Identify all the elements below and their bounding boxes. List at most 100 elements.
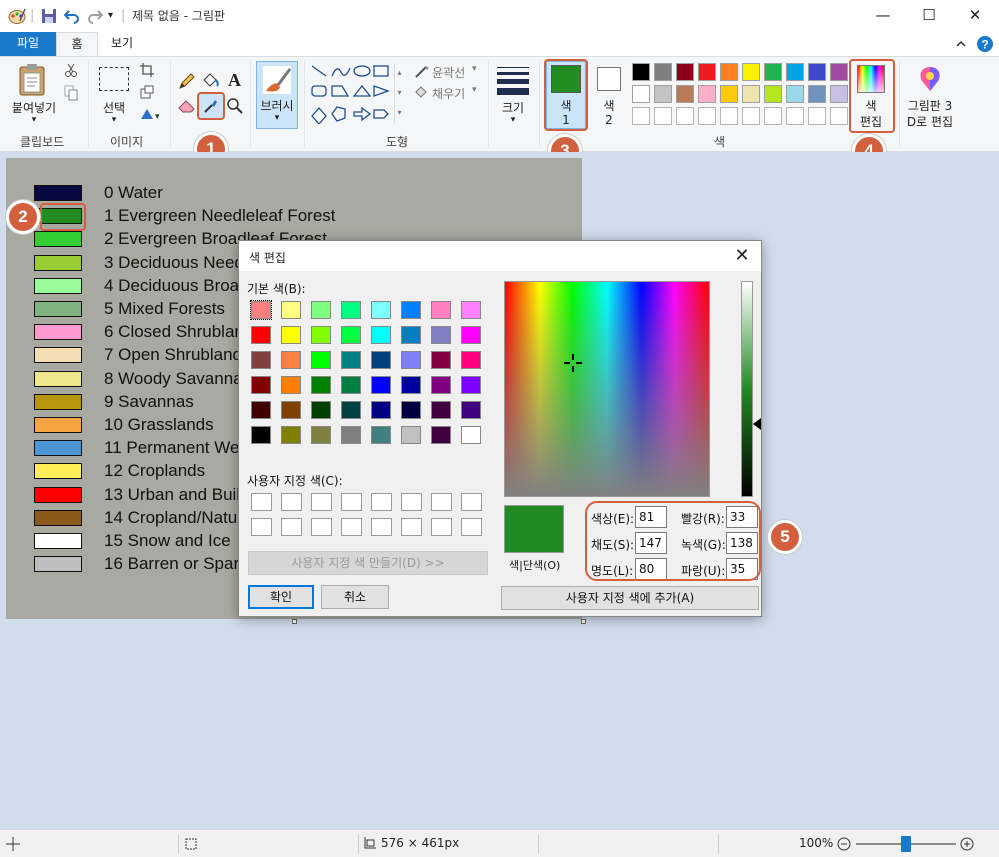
basic-color-swatch[interactable]	[251, 401, 271, 419]
fill-bucket-icon[interactable]	[201, 71, 221, 89]
basic-color-swatch[interactable]	[461, 301, 481, 319]
fill-icon[interactable]	[414, 85, 430, 99]
custom-color-swatch[interactable]	[251, 518, 272, 536]
palette-swatch[interactable]	[632, 63, 650, 81]
color-spectrum[interactable]	[504, 281, 710, 497]
palette-swatch[interactable]	[720, 63, 738, 81]
palette-swatch[interactable]	[742, 85, 760, 103]
palette-swatch[interactable]	[698, 63, 716, 81]
basic-color-swatch[interactable]	[461, 401, 481, 419]
basic-color-swatch[interactable]	[371, 401, 391, 419]
custom-color-swatch[interactable]	[311, 493, 332, 511]
custom-color-swatch[interactable]	[371, 518, 392, 536]
basic-color-swatch[interactable]	[431, 376, 451, 394]
collapse-ribbon-icon[interactable]	[955, 38, 967, 50]
palette-swatch[interactable]	[676, 63, 694, 81]
fill-label[interactable]: 채우기	[432, 85, 465, 102]
basic-color-swatch[interactable]	[431, 326, 451, 344]
rotate-icon[interactable]: ▾	[140, 107, 162, 121]
palette-empty-swatch[interactable]	[632, 107, 650, 125]
dialog-close-icon[interactable]: ✕	[727, 243, 757, 269]
palette-swatch[interactable]	[654, 63, 672, 81]
crop-icon[interactable]	[140, 63, 154, 77]
size-icon[interactable]	[497, 67, 529, 95]
basic-color-swatch[interactable]	[371, 301, 391, 319]
undo-icon[interactable]	[64, 7, 80, 25]
tab-file[interactable]: 파일	[0, 32, 56, 56]
zoom-out-icon[interactable]	[837, 837, 851, 851]
basic-color-swatch[interactable]	[461, 376, 481, 394]
basic-color-swatch[interactable]	[281, 301, 301, 319]
magnifier-icon[interactable]	[226, 97, 244, 115]
palette-empty-swatch[interactable]	[830, 107, 848, 125]
color2-label[interactable]: 색	[591, 97, 627, 114]
palette-swatch[interactable]	[632, 85, 650, 103]
size-dropdown-icon[interactable]: ▾	[494, 115, 532, 125]
basic-color-swatch[interactable]	[251, 326, 271, 344]
custom-color-swatch[interactable]	[371, 493, 392, 511]
select-icon[interactable]	[99, 67, 129, 91]
canvas-resize-handle[interactable]	[292, 619, 297, 624]
paint3d-label[interactable]: 그림판 3	[902, 97, 958, 114]
basic-color-swatch[interactable]	[371, 426, 391, 444]
shapes-gallery[interactable]	[310, 64, 406, 124]
basic-color-swatch[interactable]	[341, 376, 361, 394]
add-to-custom-colors-button[interactable]: 사용자 지정 색에 추가(A)	[501, 586, 759, 610]
basic-color-swatch[interactable]	[311, 301, 331, 319]
basic-color-swatch[interactable]	[461, 326, 481, 344]
custom-color-swatch[interactable]	[461, 493, 482, 511]
fill-dropdown-icon[interactable]: ▾	[472, 85, 477, 95]
basic-color-swatch[interactable]	[251, 376, 271, 394]
custom-color-swatch[interactable]	[461, 518, 482, 536]
eraser-icon[interactable]	[178, 97, 198, 113]
palette-empty-swatch[interactable]	[742, 107, 760, 125]
paint3d-icon[interactable]	[916, 65, 944, 93]
basic-color-swatch[interactable]	[341, 326, 361, 344]
luminance-slider[interactable]	[741, 281, 753, 497]
copy-icon[interactable]	[64, 85, 78, 101]
basic-color-swatch[interactable]	[281, 376, 301, 394]
basic-color-swatch[interactable]	[371, 376, 391, 394]
palette-swatch[interactable]	[808, 63, 826, 81]
basic-color-swatch[interactable]	[341, 426, 361, 444]
basic-color-swatch[interactable]	[431, 301, 451, 319]
palette-swatch[interactable]	[786, 85, 804, 103]
text-tool-icon[interactable]: A	[226, 69, 244, 89]
basic-color-swatch[interactable]	[311, 326, 331, 344]
zoom-slider-thumb[interactable]	[901, 836, 911, 852]
custom-color-swatch[interactable]	[341, 518, 362, 536]
palette-swatch[interactable]	[720, 85, 738, 103]
basic-color-swatch[interactable]	[431, 351, 451, 369]
customize-quickaccess-icon[interactable]: ▾	[108, 7, 113, 25]
palette-empty-swatch[interactable]	[676, 107, 694, 125]
palette-empty-swatch[interactable]	[698, 107, 716, 125]
basic-color-swatch[interactable]	[431, 426, 451, 444]
select-dropdown-icon[interactable]: ▾	[94, 115, 134, 125]
basic-color-swatch[interactable]	[281, 351, 301, 369]
paste-button[interactable]: 붙여넣기	[8, 99, 60, 116]
custom-color-swatch[interactable]	[401, 518, 422, 536]
paste-icon[interactable]	[18, 63, 48, 97]
shapes-scroll[interactable]: ▴ ▾ ▾	[394, 63, 404, 123]
palette-swatch[interactable]	[654, 85, 672, 103]
maximize-button[interactable]: ☐	[906, 0, 952, 32]
basic-color-swatch[interactable]	[401, 376, 421, 394]
outline-label[interactable]: 윤곽선	[432, 64, 465, 81]
custom-color-swatch[interactable]	[341, 493, 362, 511]
basic-color-swatch[interactable]	[401, 351, 421, 369]
basic-color-swatch[interactable]	[311, 351, 331, 369]
custom-color-swatch[interactable]	[431, 493, 452, 511]
zoom-in-icon[interactable]	[960, 837, 974, 851]
palette-empty-swatch[interactable]	[808, 107, 826, 125]
basic-color-swatch[interactable]	[431, 401, 451, 419]
outline-dropdown-icon[interactable]: ▾	[472, 64, 477, 74]
palette-swatch[interactable]	[742, 63, 760, 81]
color2-swatch[interactable]	[597, 67, 621, 91]
palette-empty-swatch[interactable]	[764, 107, 782, 125]
cut-icon[interactable]	[64, 63, 78, 77]
save-icon[interactable]	[41, 7, 57, 25]
palette-empty-swatch[interactable]	[786, 107, 804, 125]
minimize-button[interactable]: —	[860, 0, 906, 32]
resize-icon[interactable]	[140, 85, 154, 99]
palette-swatch[interactable]	[830, 63, 848, 81]
